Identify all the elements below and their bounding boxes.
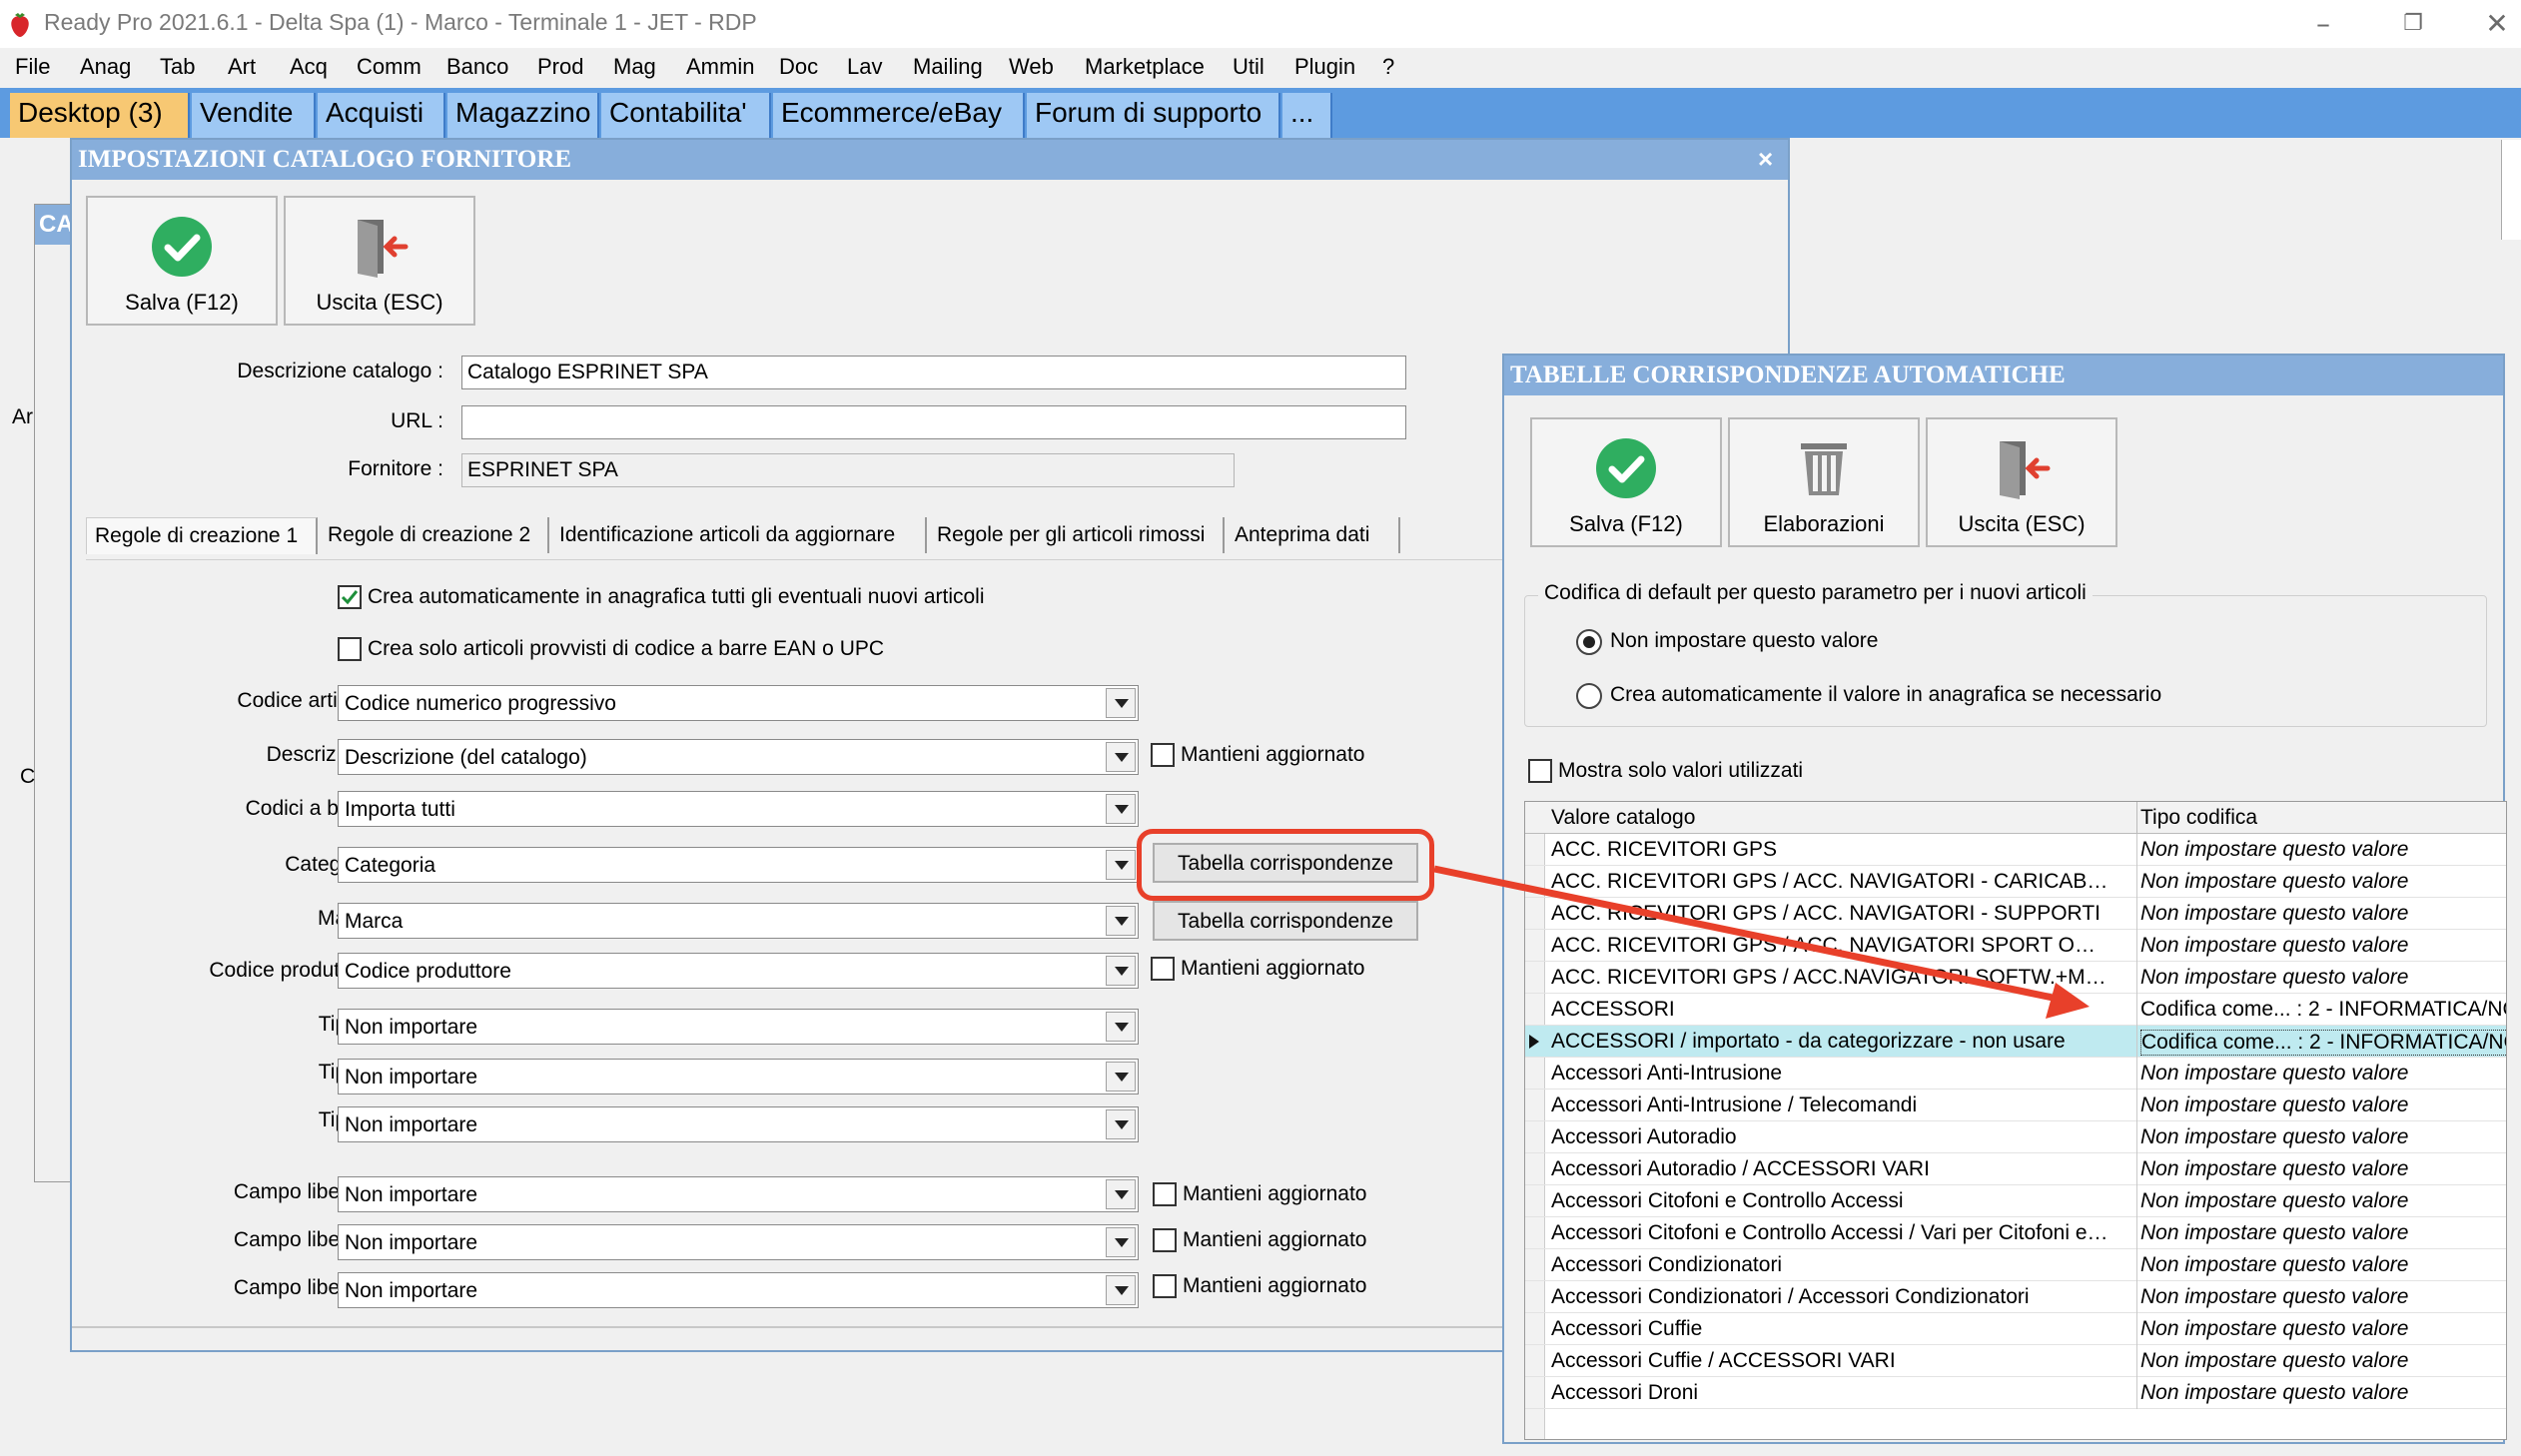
annotation-arrow xyxy=(1433,865,2090,1019)
